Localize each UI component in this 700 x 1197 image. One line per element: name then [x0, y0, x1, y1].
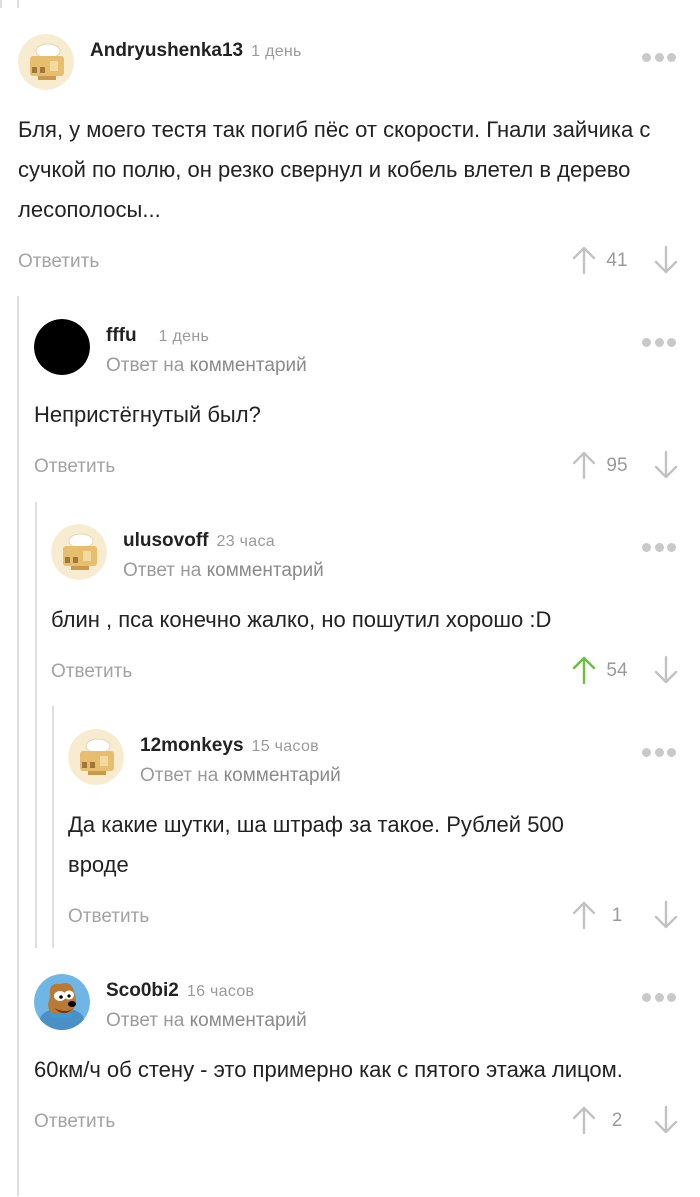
comment-actions: Ответить 54 — [51, 653, 678, 693]
thread-line — [0, 0, 2, 8]
reply-to-line: Ответ на комментарий — [106, 1010, 307, 1032]
comment-actions: Ответить 2 — [34, 1103, 678, 1143]
more-options-icon[interactable] — [642, 542, 676, 552]
comment-text: Да какие шутки, ша штраф за такое. Рубле… — [68, 812, 564, 877]
thread-line — [35, 502, 37, 948]
comment: Sco0bi2 16 часов Ответ на комментарий 60к… — [34, 972, 678, 1143]
username[interactable]: Andryushenka13 — [90, 40, 243, 61]
comment-header: 12monkeys 15 часов Ответ на комментарий — [68, 727, 678, 789]
default-avatar-icon[interactable] — [51, 524, 107, 580]
reply-prefix: Ответ на — [106, 1010, 185, 1031]
upvote-arrow-icon[interactable] — [572, 655, 596, 685]
reply-to-line: Ответ на комментарий — [123, 560, 324, 582]
comment-text: блин , пса конечно жалко, но пошутил хор… — [51, 607, 552, 632]
downvote-arrow-icon[interactable] — [654, 1105, 678, 1135]
upvote-arrow-icon[interactable] — [572, 1105, 596, 1135]
more-options-icon[interactable] — [642, 52, 676, 62]
comment-time: 16 часов — [186, 983, 255, 1000]
more-options-icon[interactable] — [642, 337, 676, 347]
reply-button[interactable]: Ответить — [68, 906, 149, 928]
reply-button[interactable]: Ответить — [51, 661, 132, 683]
parent-comment-link[interactable]: комментарий — [207, 560, 324, 581]
username[interactable]: fffu — [106, 325, 137, 346]
upvote-arrow-icon[interactable] — [572, 450, 596, 480]
reply-button[interactable]: Ответить — [18, 251, 99, 273]
comment-actions: Ответить 1 — [68, 898, 678, 938]
rating-count: 41 — [606, 250, 628, 271]
parent-comment-link[interactable]: комментарий — [224, 765, 341, 786]
comment-header: Andryushenka13 1 день — [18, 32, 678, 94]
reply-prefix: Ответ на — [106, 355, 185, 376]
reply-button[interactable]: Ответить — [34, 1111, 115, 1133]
username[interactable]: Sco0bi2 — [106, 980, 179, 1001]
comment: 12monkeys 15 часов Ответ на комментарий Д… — [68, 727, 678, 938]
reply-prefix: Ответ на — [123, 560, 202, 581]
default-avatar-icon[interactable] — [68, 729, 124, 785]
comment-text: 60км/ч об стену - это примерно как с пят… — [34, 1057, 623, 1082]
comment-time: 1 день — [158, 328, 210, 345]
comment-header: ulusovoff 23 часа Ответ на комментарий — [51, 522, 678, 584]
comment-header: Sco0bi2 16 часов Ответ на комментарий — [34, 972, 678, 1034]
default-avatar-icon[interactable] — [18, 34, 74, 90]
thread-line — [17, 0, 19, 8]
comment-header: fffu 1 день Ответ на комментарий — [34, 317, 678, 379]
username[interactable]: 12monkeys — [140, 735, 244, 756]
upvote-arrow-icon[interactable] — [572, 900, 596, 930]
rating-count: 1 — [611, 905, 623, 926]
scooby-doo-avatar-icon[interactable] — [34, 974, 90, 1030]
downvote-arrow-icon[interactable] — [654, 450, 678, 480]
rating-count: 2 — [611, 1110, 623, 1131]
downvote-arrow-icon[interactable] — [654, 245, 678, 275]
comment-text: Бля, у моего тестя так погиб пёс от скор… — [18, 117, 651, 222]
thread-line — [17, 296, 19, 1196]
comment-time: 23 часа — [216, 533, 275, 550]
upvote-arrow-icon[interactable] — [572, 245, 596, 275]
comment-time: 1 день — [251, 43, 302, 60]
more-options-icon[interactable] — [642, 992, 676, 1002]
comment-text: Непристёгнутый был? — [34, 402, 261, 427]
downvote-arrow-icon[interactable] — [654, 655, 678, 685]
reply-to-line: Ответ на комментарий — [106, 355, 307, 377]
rating-count: 54 — [606, 660, 628, 681]
comment: fffu 1 день Ответ на комментарий Непристё… — [34, 317, 678, 488]
username[interactable]: ulusovoff — [123, 530, 209, 551]
downvote-arrow-icon[interactable] — [654, 900, 678, 930]
comment-time: 15 часов — [251, 738, 319, 755]
comment-actions: Ответить 41 — [18, 243, 678, 283]
thread-line — [52, 706, 54, 948]
more-options-icon[interactable] — [642, 747, 676, 757]
parent-comment-link[interactable]: комментарий — [190, 355, 307, 376]
comment: Andryushenka13 1 день Бля, у моего тестя … — [18, 32, 678, 283]
reply-prefix: Ответ на — [140, 765, 219, 786]
reply-button[interactable]: Ответить — [34, 456, 115, 478]
black-circle-avatar-icon[interactable] — [34, 319, 90, 375]
comment-actions: Ответить 95 — [34, 448, 678, 488]
comment: ulusovoff 23 часа Ответ на комментарий бл… — [51, 522, 678, 693]
parent-comment-link[interactable]: комментарий — [190, 1010, 307, 1031]
rating-count: 95 — [606, 455, 628, 476]
reply-to-line: Ответ на комментарий — [140, 765, 341, 787]
